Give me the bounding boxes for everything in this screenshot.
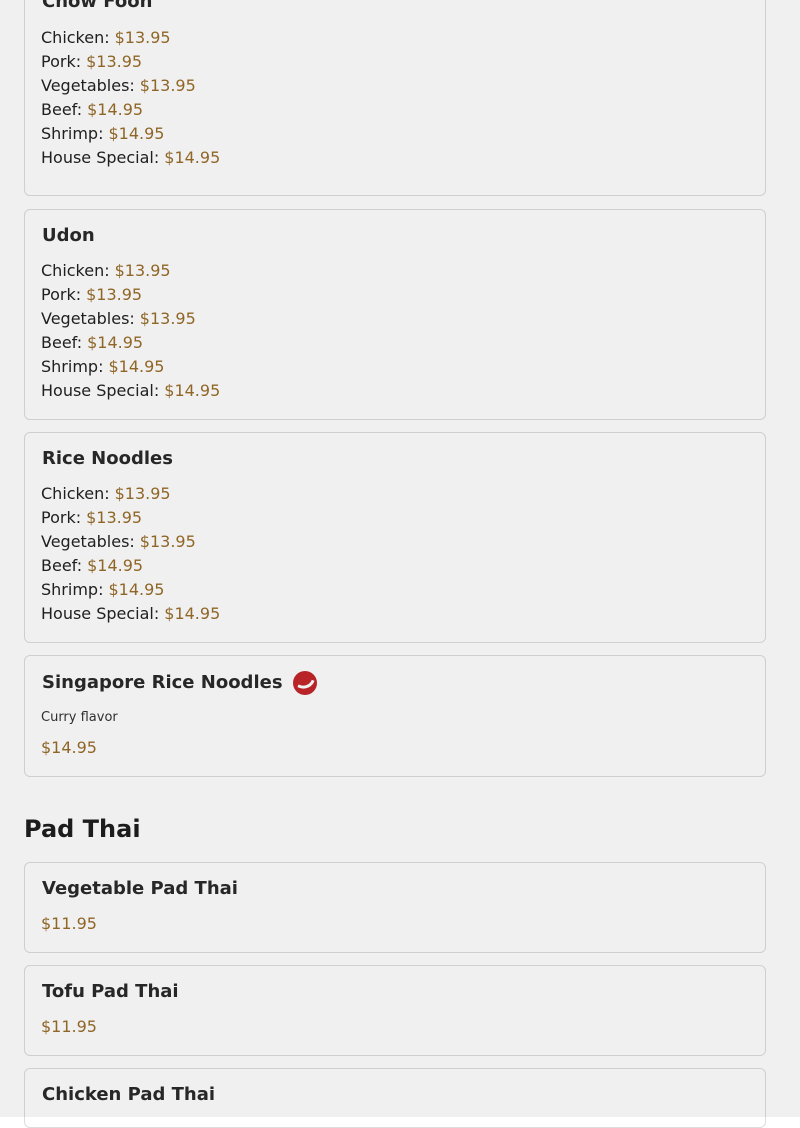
row-label: Shrimp: [41,357,104,376]
price-row: Chicken: $13.95 [41,28,171,48]
row-label: Vegetables: [41,76,135,95]
row-price: $13.95 [139,309,196,328]
price-row: Beef: $14.95 [41,333,143,353]
menu-card-rice-noodles[interactable]: Rice Noodles Chicken: $13.95 Pork: $13.95 … [24,432,766,643]
price-row: Chicken: $13.95 [41,261,171,281]
menu-card-singapore-rice-noodles[interactable]: Singapore Rice Noodles Curry flavor $14.… [24,655,766,777]
row-label: Beef: [41,100,83,119]
price-row: Shrimp: $14.95 [41,357,164,377]
item-price: $11.95 [41,914,97,933]
row-label: Pork: [41,285,82,304]
price-row: Pork: $13.95 [41,285,142,305]
row-label: Beef: [41,556,83,575]
row-price: $13.95 [86,285,143,304]
price-row: Beef: $14.95 [41,556,143,576]
row-label: Shrimp: [41,124,104,143]
row-price: $14.95 [108,357,165,376]
row-price: $13.95 [139,76,196,95]
row-price: $13.95 [86,508,143,527]
menu-card-udon[interactable]: Udon Chicken: $13.95 Pork: $13.95 Vegetabl… [24,209,766,420]
row-price: $13.95 [114,261,171,280]
row-price: $14.95 [164,381,221,400]
card-title-text: Vegetable Pad Thai [42,878,238,899]
row-label: House Special: [41,381,160,400]
card-title-text: Udon [42,225,95,246]
price-row: Vegetables: $13.95 [41,76,196,96]
price-row: House Special: $14.95 [41,148,220,168]
card-title-text: Chicken Pad Thai [42,1084,216,1105]
row-label: Pork: [41,508,82,527]
price-row: Vegetables: $13.95 [41,532,196,552]
row-price: $14.95 [164,604,221,623]
row-price: $13.95 [114,28,171,47]
price-row: Shrimp: $14.95 [41,580,164,600]
row-label: Chicken: [41,261,110,280]
row-label: House Special: [41,604,160,623]
card-title: Tofu Pad Thai [41,981,179,1003]
price-row: House Special: $14.95 [41,604,220,624]
card-title: Vegetable Pad Thai [41,878,238,900]
row-price: $14.95 [108,124,165,143]
card-title: Udon [41,225,95,247]
row-price: $14.95 [108,580,165,599]
card-title-text: Tofu Pad Thai [42,981,179,1002]
row-price: $14.95 [164,148,221,167]
card-title-text: Chow Foon [42,0,153,12]
row-label: House Special: [41,148,160,167]
row-label: Chicken: [41,28,110,47]
price-row: Vegetables: $13.95 [41,309,196,329]
price-row: House Special: $14.95 [41,381,220,401]
card-title-text: Rice Noodles [42,448,173,469]
row-price: $13.95 [114,484,171,503]
item-price: $11.95 [41,1017,97,1036]
item-price: $14.95 [41,738,97,757]
spicy-pepper-icon [292,671,317,695]
price-row: Beef: $14.95 [41,100,143,120]
row-label: Beef: [41,333,83,352]
row-price: $14.95 [87,100,144,119]
card-title: Chow Foon [41,0,152,13]
row-price: $13.95 [139,532,196,551]
row-price: $14.95 [87,333,144,352]
menu-card-tofu-pad-thai[interactable]: Tofu Pad Thai $11.95 [24,965,766,1056]
card-title: Chicken Pad Thai [41,1084,215,1106]
card-title: Rice Noodles [41,448,173,470]
row-label: Vegetables: [41,309,135,328]
section-heading-pad-thai: Pad Thai [24,815,141,843]
menu-card-chow-foon[interactable]: Chow Foon Chicken: $13.95 Pork: $13.95 Veg… [24,0,766,196]
menu-card-vegetable-pad-thai[interactable]: Vegetable Pad Thai $11.95 [24,862,766,953]
price-row: Chicken: $13.95 [41,484,171,504]
card-title: Singapore Rice Noodles [41,671,317,695]
row-label: Shrimp: [41,580,104,599]
card-title-text: Singapore Rice Noodles [42,672,283,693]
row-price: $13.95 [86,52,143,71]
price-row: Pork: $13.95 [41,508,142,528]
row-label: Pork: [41,52,82,71]
row-label: Chicken: [41,484,110,503]
menu-card-chicken-pad-thai[interactable]: Chicken Pad Thai [24,1068,766,1128]
price-row: Pork: $13.95 [41,52,142,72]
price-row: Shrimp: $14.95 [41,124,164,144]
row-price: $14.95 [87,556,144,575]
row-label: Vegetables: [41,532,135,551]
item-description: Curry flavor [41,710,118,725]
